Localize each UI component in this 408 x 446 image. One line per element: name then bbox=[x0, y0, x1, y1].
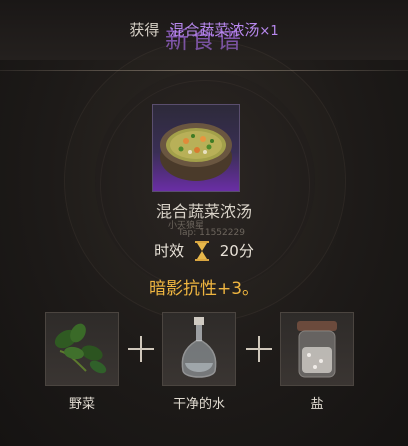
duration-label: 时效 bbox=[154, 242, 185, 260]
dish-card[interactable] bbox=[152, 104, 240, 192]
plus-icon bbox=[128, 336, 154, 362]
obtain-label: 获得 bbox=[129, 21, 160, 39]
ingredient-card-clean-water[interactable] bbox=[162, 312, 236, 386]
watermark-id: Tap: 11552229 bbox=[178, 228, 245, 238]
ingredient-card-salt[interactable] bbox=[280, 312, 354, 386]
obtain-item-name: 混合蔬菜浓汤 bbox=[169, 21, 260, 39]
plus-icon bbox=[246, 336, 272, 362]
effect-text: 暗影抗性+3。 bbox=[148, 279, 260, 299]
ingredient-card-wild-greens[interactable] bbox=[45, 312, 119, 386]
hourglass-icon bbox=[194, 240, 209, 261]
wild-greens-icon bbox=[54, 323, 107, 374]
obtain-message: 获得 混合蔬菜浓汤×1 bbox=[0, 19, 408, 40]
ingredient-label-wild-greens: 野菜 bbox=[68, 397, 95, 412]
soup-bowl-icon bbox=[160, 123, 232, 181]
water-bottle-icon bbox=[181, 317, 217, 378]
obtain-item-count: ×1 bbox=[259, 24, 279, 39]
duration-value: 20分 bbox=[219, 242, 254, 260]
duration-row: 时效 20分 bbox=[0, 240, 408, 261]
ingredient-label-salt: 盐 bbox=[310, 397, 324, 412]
ingredient-label-clean-water: 干净的水 bbox=[172, 397, 225, 412]
salt-jar-icon bbox=[297, 321, 337, 378]
